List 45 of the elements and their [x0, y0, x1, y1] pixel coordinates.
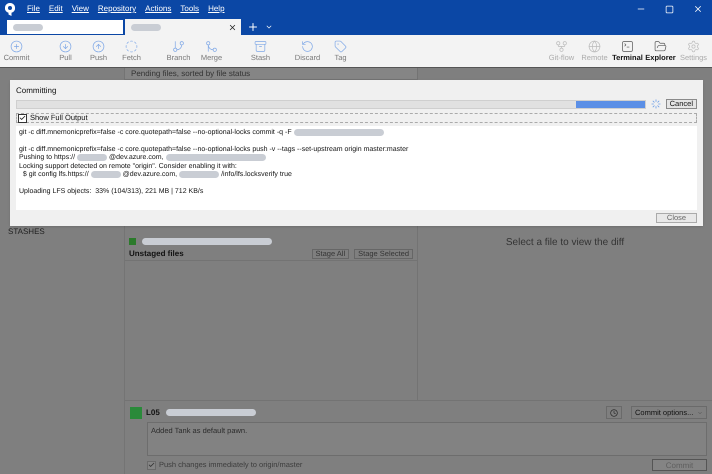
- sidebar-section[interactable]: STASHES: [8, 226, 124, 238]
- menu-item[interactable]: Actions: [145, 3, 172, 15]
- author-name: L05: [146, 406, 160, 418]
- blurred-text: [13, 24, 43, 30]
- history-button[interactable]: [606, 406, 622, 419]
- dashed-circle-icon: [125, 40, 138, 54]
- tab-menu-icon[interactable]: [265, 23, 273, 31]
- blurred-text: [179, 171, 220, 178]
- dialog-title: Committing: [16, 85, 58, 97]
- fork-icon: [555, 40, 568, 54]
- checkbox[interactable]: [18, 114, 27, 122]
- settings-icon: [687, 40, 700, 54]
- tag-icon: [334, 40, 347, 54]
- blurred-text: [90, 171, 121, 178]
- folder-icon: [654, 40, 667, 54]
- diff-hint-text: Select a file to view the diff: [506, 236, 624, 250]
- arrow-up-circle-icon: [92, 40, 105, 54]
- added-file-icon: [129, 238, 136, 244]
- arrow-down-circle-icon: [59, 40, 72, 54]
- undo-icon: [301, 40, 314, 54]
- blurred-text: [131, 24, 161, 30]
- avatar-icon: [130, 406, 142, 418]
- clock-icon: [610, 408, 618, 416]
- menu-item[interactable]: View: [72, 3, 89, 15]
- menu-item[interactable]: File: [27, 3, 40, 15]
- file-list-header: Pending files, sorted by file status: [125, 68, 417, 80]
- branch-icon: [172, 40, 185, 54]
- blurred-text: [77, 154, 108, 162]
- box-icon: [254, 40, 267, 54]
- menu-item[interactable]: Help: [208, 3, 225, 15]
- spinner-icon: [650, 99, 661, 109]
- checkbox[interactable]: [147, 460, 156, 470]
- chevron-down-icon: [697, 410, 703, 416]
- menu-item[interactable]: Tools: [180, 3, 200, 15]
- logo-icon: [5, 2, 15, 16]
- new-tab-icon[interactable]: [247, 21, 259, 33]
- menu-item[interactable]: Edit: [48, 3, 63, 15]
- globe-icon: [588, 40, 601, 54]
- terminal-icon: [621, 40, 634, 54]
- menu-item[interactable]: Repository: [98, 3, 136, 15]
- maximize-icon[interactable]: [665, 4, 674, 14]
- merge-icon: [205, 40, 218, 54]
- plus-circle-icon: [10, 40, 23, 54]
- close-tab-icon[interactable]: [228, 22, 237, 32]
- close-icon[interactable]: [693, 4, 703, 14]
